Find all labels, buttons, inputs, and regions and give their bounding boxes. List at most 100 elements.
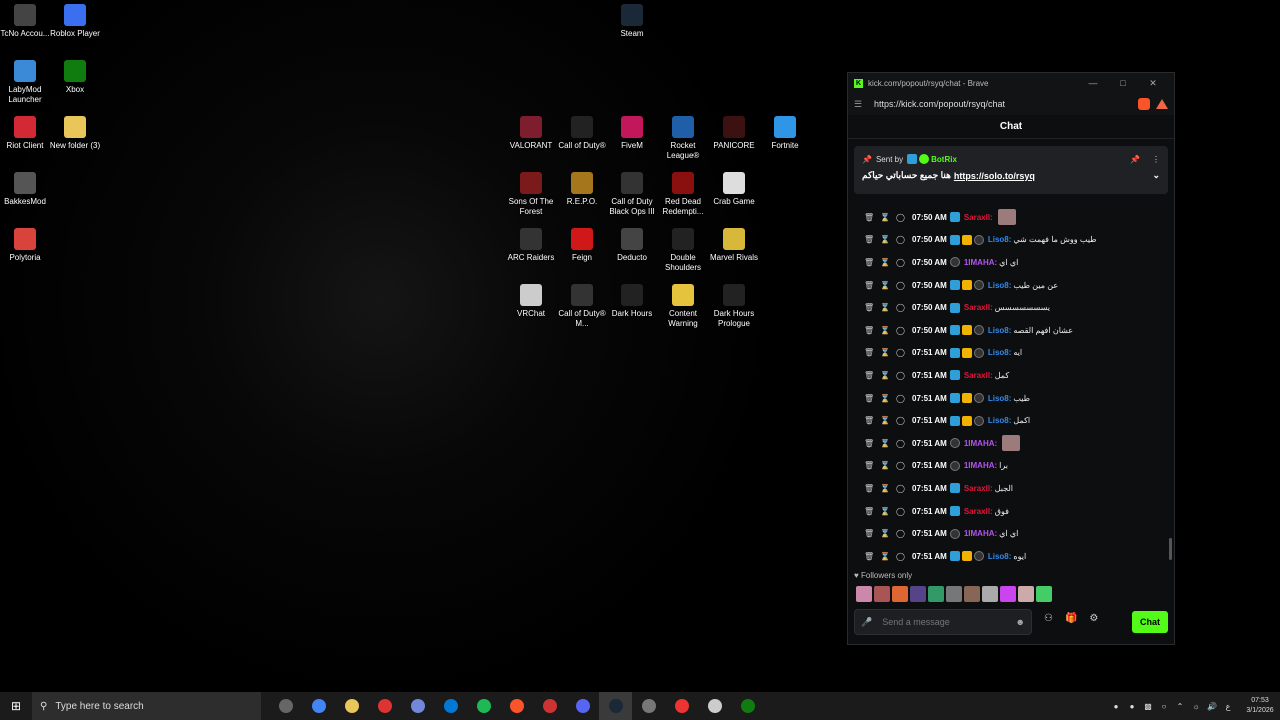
wifi-icon[interactable]: ☼ bbox=[1188, 702, 1204, 711]
url-text[interactable]: https://kick.com/popout/rsyq/chat bbox=[868, 99, 1134, 109]
taskbar-app[interactable] bbox=[401, 692, 434, 720]
delete-icon[interactable]: 🗑 bbox=[864, 529, 880, 538]
ban-icon[interactable]: ◯ bbox=[896, 461, 912, 470]
chat-message[interactable]: 🗑 ⌛ ◯ 07:50 AM Liso8: عشان افهم القصه bbox=[848, 319, 1174, 342]
taskbar-app[interactable] bbox=[698, 692, 731, 720]
chat-message[interactable]: 🗑 ⌛ ◯ 07:50 AM Saraxll: bbox=[848, 206, 1174, 229]
desktop-icon[interactable]: PANICORE bbox=[706, 116, 762, 151]
input-language[interactable]: ع bbox=[1220, 702, 1236, 711]
delete-icon[interactable]: 🗑 bbox=[864, 258, 880, 267]
desktop-icon[interactable]: Feign bbox=[554, 228, 610, 263]
chat-message[interactable]: 🗑 ⌛ ◯ 07:51 AM Saraxll: كمل bbox=[848, 364, 1174, 387]
timeout-icon[interactable]: ⌛ bbox=[880, 416, 896, 425]
timeout-icon[interactable]: ⌛ bbox=[880, 213, 896, 222]
taskbar-app[interactable] bbox=[368, 692, 401, 720]
steam-tray-icon[interactable]: ● bbox=[1124, 702, 1140, 711]
desktop-icon[interactable]: Polytoria bbox=[0, 228, 53, 263]
message-username[interactable]: Liso8: bbox=[988, 235, 1012, 244]
ban-icon[interactable]: ◯ bbox=[896, 235, 912, 244]
desktop-icon[interactable]: ARC Raiders bbox=[503, 228, 559, 263]
desktop-icon[interactable]: Content Warning bbox=[655, 284, 711, 329]
brave-shields-icon[interactable] bbox=[1138, 98, 1150, 110]
scrollbar[interactable] bbox=[1169, 538, 1172, 560]
message-username[interactable]: Liso8: bbox=[988, 281, 1012, 290]
delete-icon[interactable]: 🗑 bbox=[864, 394, 880, 403]
desktop-icon[interactable]: VRChat bbox=[503, 284, 559, 319]
taskbar-app[interactable] bbox=[731, 692, 764, 720]
delete-icon[interactable]: 🗑 bbox=[864, 348, 880, 357]
desktop-icon[interactable]: LabyMod Launcher bbox=[0, 60, 53, 105]
minimize-button[interactable]: — bbox=[1078, 78, 1108, 88]
timeout-icon[interactable]: ⌛ bbox=[880, 303, 896, 312]
chat-message[interactable]: 🗑 ⌛ ◯ 07:51 AM 1IMAHA: اي اي bbox=[848, 522, 1174, 545]
ban-icon[interactable]: ◯ bbox=[896, 258, 912, 267]
emoji-icon[interactable]: ☻ bbox=[1016, 617, 1025, 627]
taskbar-app[interactable] bbox=[665, 692, 698, 720]
delete-icon[interactable]: 🗑 bbox=[864, 439, 880, 448]
timeout-icon[interactable]: ⌛ bbox=[880, 326, 896, 335]
brave-rewards-icon[interactable] bbox=[1156, 99, 1168, 109]
message-username[interactable]: 1IMAHA: bbox=[964, 258, 997, 267]
send-chat-button[interactable]: Chat bbox=[1132, 611, 1168, 633]
delete-icon[interactable]: 🗑 bbox=[864, 213, 880, 222]
delete-icon[interactable]: 🗑 bbox=[864, 326, 880, 335]
desktop-icon[interactable]: Steam bbox=[604, 4, 660, 39]
taskbar-app[interactable] bbox=[269, 692, 302, 720]
desktop-icon[interactable]: Sons Of The Forest bbox=[503, 172, 559, 217]
network-tray-icon[interactable]: ▩ bbox=[1140, 702, 1156, 711]
timeout-icon[interactable]: ⌛ bbox=[880, 484, 896, 493]
timeout-icon[interactable]: ⌛ bbox=[880, 281, 896, 290]
ban-icon[interactable]: ◯ bbox=[896, 348, 912, 357]
desktop-icon[interactable]: Marvel Rivals bbox=[706, 228, 762, 263]
ban-icon[interactable]: ◯ bbox=[896, 303, 912, 312]
message-username[interactable]: Liso8: bbox=[988, 348, 1012, 357]
desktop-icon[interactable]: Red Dead Redempti... bbox=[655, 172, 711, 217]
ban-icon[interactable]: ◯ bbox=[896, 507, 912, 516]
delete-icon[interactable]: 🗑 bbox=[864, 507, 880, 516]
delete-icon[interactable]: 🗑 bbox=[864, 371, 880, 380]
message-username[interactable]: Liso8: bbox=[988, 326, 1012, 335]
taskbar-app[interactable] bbox=[632, 692, 665, 720]
chat-message[interactable]: 🗑 ⌛ ◯ 07:50 AM Saraxll: يسسسسسسس bbox=[848, 296, 1174, 319]
quick-emote[interactable] bbox=[856, 586, 872, 602]
desktop-icon[interactable]: BakkesMod bbox=[0, 172, 53, 207]
quick-emote[interactable] bbox=[946, 586, 962, 602]
ban-icon[interactable]: ◯ bbox=[896, 416, 912, 425]
taskbar-app[interactable] bbox=[302, 692, 335, 720]
quick-emotes[interactable] bbox=[856, 586, 1052, 602]
timeout-icon[interactable]: ⌛ bbox=[880, 258, 896, 267]
message-username[interactable]: Saraxll: bbox=[964, 213, 993, 222]
close-button[interactable]: ✕ bbox=[1138, 78, 1168, 89]
chat-message[interactable]: 🗑 ⌛ ◯ 07:51 AM Liso8: طيب bbox=[848, 387, 1174, 410]
quick-emote[interactable] bbox=[1036, 586, 1052, 602]
message-username[interactable]: Saraxll: bbox=[964, 484, 993, 493]
chat-message[interactable]: 🗑 ⌛ ◯ 07:51 AM Saraxll: فوق bbox=[848, 500, 1174, 523]
taskbar-app[interactable] bbox=[566, 692, 599, 720]
message-username[interactable]: Liso8: bbox=[988, 552, 1012, 561]
ban-icon[interactable]: ◯ bbox=[896, 371, 912, 380]
chat-message[interactable]: 🗑 ⌛ ◯ 07:50 AM Liso8: طيب ووش ما فهمت شي bbox=[848, 229, 1174, 252]
desktop-icon[interactable]: Call of Duty® bbox=[554, 116, 610, 151]
message-username[interactable]: 1IMAHA: bbox=[964, 439, 997, 448]
pinned-message[interactable]: 📌 Sent by BotRix 📌 ⋮ هنا جميع حساباتي حي… bbox=[854, 146, 1168, 194]
ban-icon[interactable]: ◯ bbox=[896, 281, 912, 290]
desktop-icon[interactable]: R.E.P.O. bbox=[554, 172, 610, 207]
quick-emote[interactable] bbox=[1000, 586, 1016, 602]
clock[interactable]: 07:53 3/1/2026 bbox=[1240, 696, 1280, 716]
chat-message[interactable]: 🗑 ⌛ ◯ 07:50 AM 1IMAHA: اي اي bbox=[848, 251, 1174, 274]
ban-icon[interactable]: ◯ bbox=[896, 213, 912, 222]
desktop-icon[interactable]: TcNo Accou... bbox=[0, 4, 53, 39]
delete-icon[interactable]: 🗑 bbox=[864, 281, 880, 290]
desktop-icon[interactable]: Crab Game bbox=[706, 172, 762, 207]
volume-icon[interactable]: 🔊 bbox=[1204, 702, 1220, 711]
timeout-icon[interactable]: ⌛ bbox=[880, 507, 896, 516]
timeout-icon[interactable]: ⌛ bbox=[880, 394, 896, 403]
maximize-button[interactable]: □ bbox=[1108, 78, 1138, 88]
ban-icon[interactable]: ◯ bbox=[896, 552, 912, 561]
ban-icon[interactable]: ◯ bbox=[896, 484, 912, 493]
desktop-icon[interactable]: Dark Hours bbox=[604, 284, 660, 319]
chat-message[interactable]: 🗑 ⌛ ◯ 07:51 AM 1IMAHA: برا bbox=[848, 455, 1174, 478]
message-username[interactable]: 1IMAHA: bbox=[964, 529, 997, 538]
site-settings-icon[interactable]: ☰ bbox=[854, 99, 868, 110]
delete-icon[interactable]: 🗑 bbox=[864, 416, 880, 425]
